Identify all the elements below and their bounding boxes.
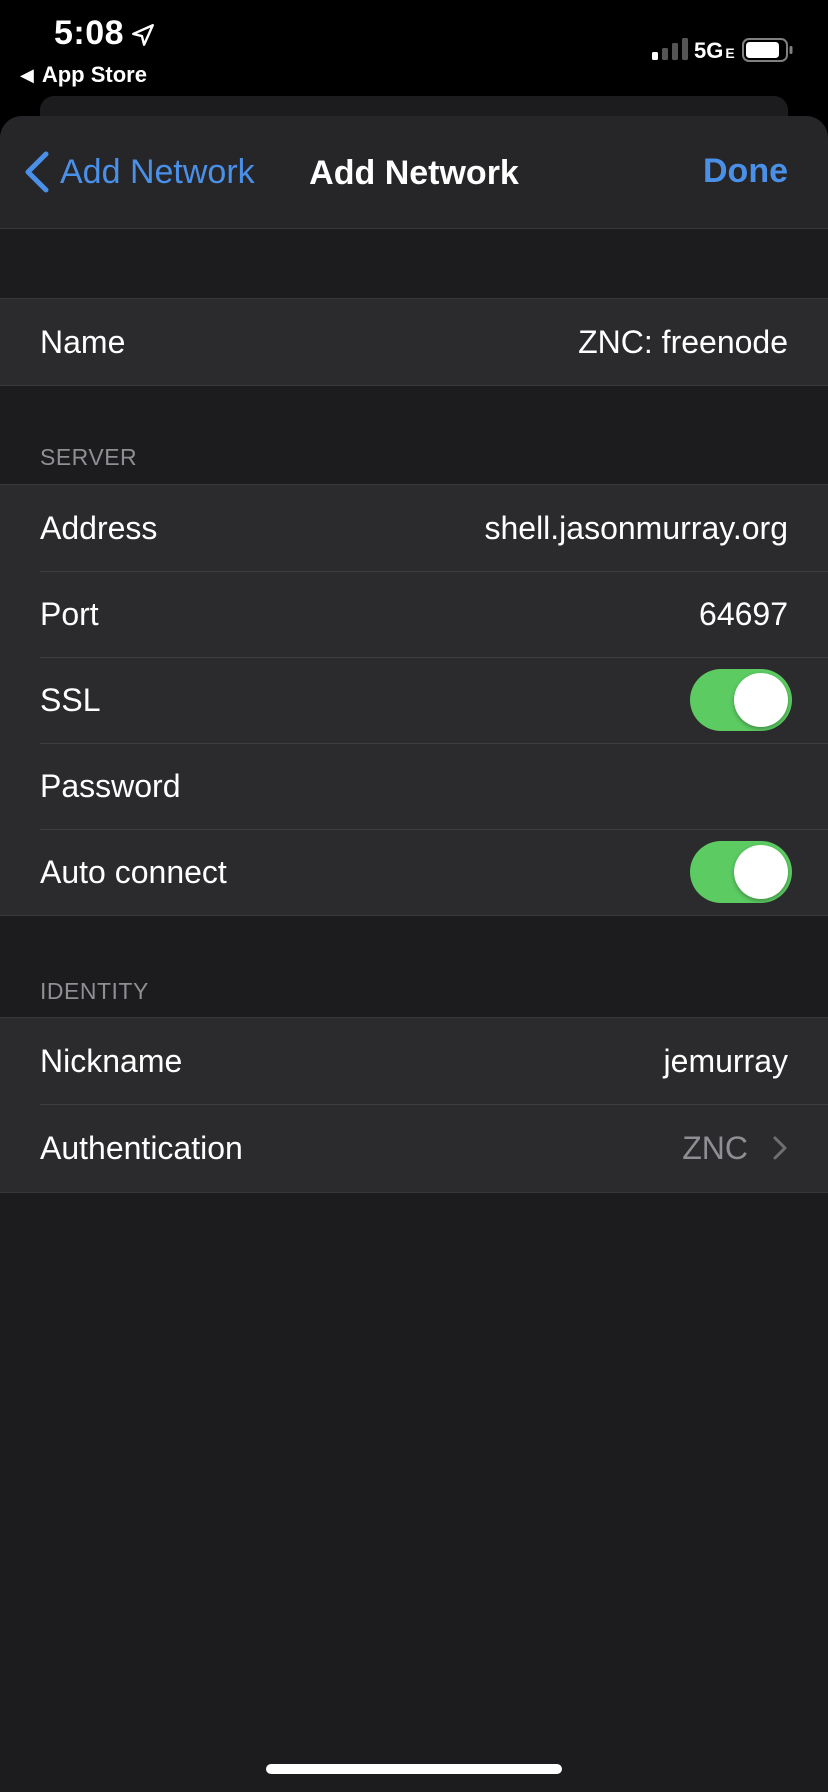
authentication-row[interactable]: Authentication ZNC bbox=[0, 1104, 828, 1192]
nickname-row[interactable]: Nickname jemurray bbox=[0, 1018, 828, 1104]
ssl-label: SSL bbox=[40, 681, 101, 718]
status-time: 5:08 bbox=[54, 14, 125, 52]
port-row[interactable]: Port 64697 bbox=[0, 571, 828, 657]
nickname-label: Nickname bbox=[40, 1042, 183, 1079]
server-section: Address shell.jasonmurray.org Port 64697… bbox=[0, 484, 828, 916]
navigation-bar: Add Network Add Network Done bbox=[0, 116, 828, 229]
back-button[interactable]: Add Network bbox=[22, 150, 255, 194]
back-button-label: Add Network bbox=[60, 152, 255, 191]
authentication-label: Authentication bbox=[40, 1129, 243, 1166]
network-type: 5G E bbox=[694, 38, 735, 64]
auto-connect-label: Auto connect bbox=[40, 853, 227, 890]
back-triangle-icon: ◀ bbox=[20, 64, 34, 85]
address-value[interactable]: shell.jasonmurray.org bbox=[484, 510, 788, 547]
auto-connect-toggle-knob bbox=[734, 845, 788, 899]
location-arrow-icon bbox=[132, 24, 154, 46]
chevron-right-icon bbox=[773, 1136, 787, 1160]
status-bar: 5:08 ◀ App Store 5G E bbox=[0, 0, 828, 100]
done-button[interactable]: Done bbox=[703, 152, 788, 191]
password-row[interactable]: Password bbox=[0, 743, 828, 829]
name-value[interactable]: ZNC: freenode bbox=[578, 324, 788, 361]
server-section-header: SERVER bbox=[40, 444, 138, 470]
address-row[interactable]: Address shell.jasonmurray.org bbox=[0, 485, 828, 571]
battery-icon bbox=[742, 38, 793, 62]
ssl-toggle-knob bbox=[734, 673, 788, 727]
port-label: Port bbox=[40, 595, 99, 632]
name-row[interactable]: Name ZNC: freenode bbox=[0, 299, 828, 385]
back-app-label: App Store bbox=[41, 62, 147, 87]
address-label: Address bbox=[40, 509, 158, 546]
ssl-toggle[interactable] bbox=[690, 669, 792, 731]
back-to-app-store[interactable]: ◀ App Store bbox=[20, 62, 147, 88]
identity-section: Nickname jemurray Authentication ZNC bbox=[0, 1017, 828, 1193]
auto-connect-row: Auto connect bbox=[0, 829, 828, 915]
add-network-sheet: Add Network Add Network Done Name ZNC: f… bbox=[0, 116, 828, 1792]
port-value[interactable]: 64697 bbox=[699, 596, 788, 633]
cellular-signal-icon bbox=[652, 38, 688, 60]
auto-connect-toggle[interactable] bbox=[690, 841, 792, 903]
nickname-value[interactable]: jemurray bbox=[664, 1043, 788, 1080]
network-type-suffix: E bbox=[725, 45, 735, 61]
authentication-value: ZNC bbox=[682, 1129, 748, 1166]
identity-section-header: IDENTITY bbox=[40, 978, 149, 1004]
name-section: Name ZNC: freenode bbox=[0, 298, 828, 386]
network-type-label: 5G bbox=[694, 38, 724, 63]
name-label: Name bbox=[40, 323, 126, 360]
ssl-row: SSL bbox=[0, 657, 828, 743]
home-indicator[interactable] bbox=[266, 1764, 562, 1774]
chevron-left-icon bbox=[25, 151, 49, 193]
password-label: Password bbox=[40, 767, 181, 804]
